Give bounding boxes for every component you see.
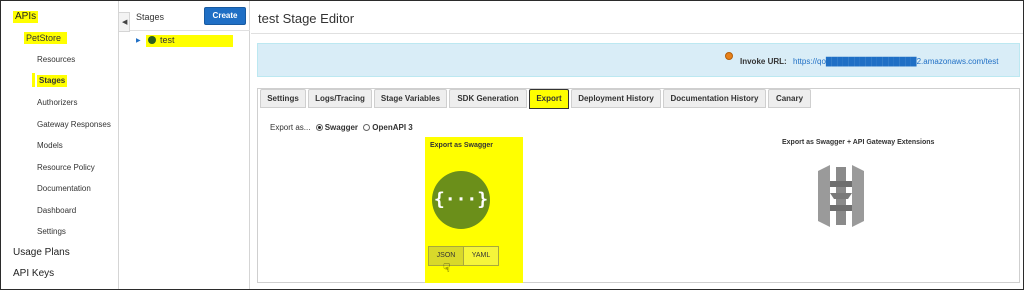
- collapse-nav-button[interactable]: ◀: [119, 12, 130, 32]
- divider: [130, 30, 250, 31]
- nav-resources[interactable]: Resources: [37, 54, 75, 66]
- export-swagger-title: Export as Swagger: [430, 142, 494, 149]
- nav-documentation[interactable]: Documentation: [37, 183, 91, 195]
- nav-api-keys[interactable]: API Keys: [13, 268, 54, 280]
- tab-settings[interactable]: Settings: [260, 89, 306, 108]
- swagger-logo-icon: {···}: [432, 171, 490, 229]
- nav-settings[interactable]: Settings: [37, 226, 66, 238]
- create-stage-button[interactable]: Create: [204, 7, 246, 25]
- tab-logs-tracing[interactable]: Logs/Tracing: [308, 89, 372, 108]
- invoke-url-banner: Invoke URL: https://qo████████████████2.…: [257, 43, 1020, 77]
- tab-documentation-history[interactable]: Documentation History: [663, 89, 766, 108]
- export-as-label: Export as...: [270, 123, 311, 132]
- export-extensions-title: Export as Swagger + API Gateway Extensio…: [782, 139, 935, 146]
- nav-stages-marker: [32, 73, 35, 87]
- expand-arrow-icon[interactable]: ▶: [136, 37, 141, 44]
- hand-cursor-icon: ☟: [443, 261, 451, 275]
- nav-stages[interactable]: Stages: [37, 75, 68, 87]
- tab-export[interactable]: Export: [529, 89, 569, 109]
- export-yaml-button[interactable]: YAML: [463, 246, 499, 266]
- nav-dashboard[interactable]: Dashboard: [37, 205, 76, 217]
- export-format-row: Export as... Swagger OpenAPI 3: [270, 123, 413, 132]
- tab-canary[interactable]: Canary: [768, 89, 811, 108]
- stages-panel: Stages Create ▶ test: [130, 1, 250, 289]
- nav-resource-policy[interactable]: Resource Policy: [37, 162, 95, 174]
- nav-petstore[interactable]: PetStore: [24, 32, 68, 44]
- chevron-left-icon: ◀: [122, 19, 128, 26]
- nav-models[interactable]: Models: [37, 140, 63, 152]
- page-title: test Stage Editor: [258, 11, 355, 26]
- info-dot-icon: [725, 52, 733, 60]
- radio-swagger[interactable]: [315, 124, 323, 131]
- radio-openapi3-label[interactable]: OpenAPI 3: [372, 123, 412, 132]
- tab-sdk-generation[interactable]: SDK Generation: [449, 89, 527, 108]
- nav-gateway-responses[interactable]: Gateway Responses: [37, 119, 111, 131]
- tab-deployment-history[interactable]: Deployment History: [571, 89, 661, 108]
- nav-usage-plans[interactable]: Usage Plans: [13, 247, 70, 259]
- invoke-url-label: Invoke URL:: [740, 57, 787, 66]
- stage-editor: test Stage Editor Invoke URL: https://qo…: [251, 1, 1023, 289]
- stage-tree-label: test: [160, 35, 175, 45]
- left-navigation: APIs PetStore Resources Stages Authorize…: [1, 1, 119, 289]
- invoke-url-link[interactable]: https://qo████████████████2.amazonaws.co…: [793, 57, 998, 66]
- divider: [251, 33, 1023, 34]
- api-gateway-logo-icon[interactable]: [816, 163, 866, 229]
- stage-tree-item[interactable]: test: [146, 35, 233, 47]
- radio-swagger-label[interactable]: Swagger: [325, 123, 358, 132]
- nav-authorizers[interactable]: Authorizers: [37, 97, 77, 109]
- nav-apis[interactable]: APIs: [13, 11, 39, 23]
- export-panel: Settings Logs/Tracing Stage Variables SD…: [257, 88, 1020, 283]
- radio-openapi3[interactable]: [363, 124, 371, 131]
- stages-panel-title: Stages: [136, 12, 165, 22]
- stage-icon: [148, 36, 156, 44]
- export-swagger-card: Export as Swagger {···} JSON YAML ☟: [425, 137, 523, 283]
- tab-stage-variables[interactable]: Stage Variables: [374, 89, 447, 108]
